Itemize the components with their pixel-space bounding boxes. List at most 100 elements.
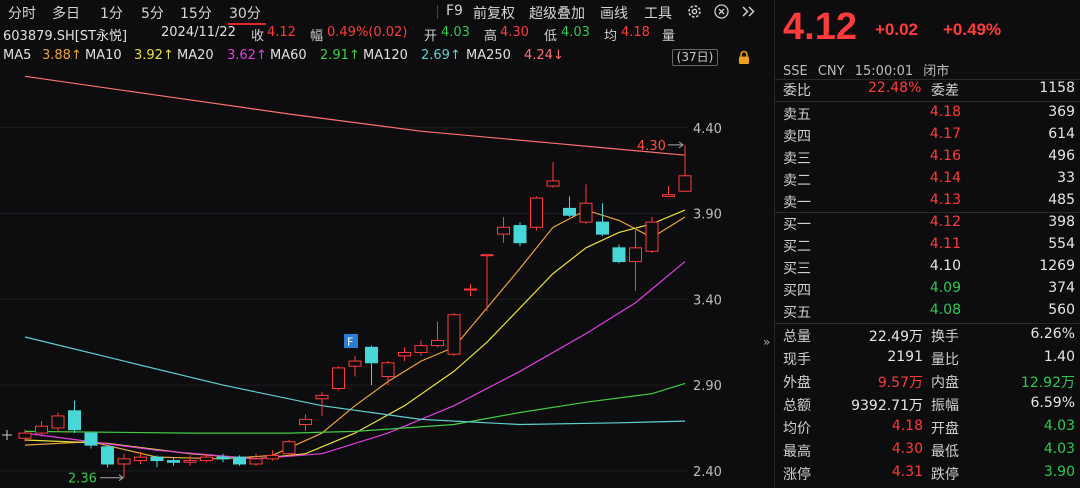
stats-row: 总量 22.49万 换手 6.26% [775, 326, 1080, 346]
close-label: 收 [251, 29, 265, 44]
double-chevron-right-icon[interactable] [741, 5, 756, 18]
ask-price: 4.14 [929, 170, 961, 186]
draw-line-button[interactable]: 画线 [600, 3, 628, 23]
stock-code-name: 603879.SH[ST永悦] [3, 29, 128, 44]
ma10-label: MA10 [85, 48, 122, 63]
market-code: SSE [783, 64, 808, 79]
ask-price: 4.18 [929, 104, 961, 120]
candle-down [216, 456, 230, 460]
candle-up [249, 458, 263, 465]
candle-down [612, 247, 626, 263]
stat-label: 涨停 [783, 467, 811, 483]
candle-up [183, 460, 197, 463]
ask-level-label: 卖一 [783, 195, 811, 211]
f9-button[interactable]: F9 [446, 3, 463, 19]
crosshair-icon [2, 430, 12, 440]
ma120-label: MA120 [363, 48, 408, 63]
forward-adjust-button[interactable]: 前复权 [473, 3, 515, 23]
stat-value: 9392.71万 [851, 398, 923, 414]
stat-value-2: 1.40 [1043, 349, 1075, 365]
ma20-label: MA20 [177, 48, 214, 63]
candle-up [35, 425, 48, 434]
low-value: 4.03 [561, 25, 590, 40]
tab-period-15min[interactable]: 15分 [180, 3, 212, 23]
candle-up [51, 415, 65, 429]
tools-button[interactable]: 工具 [644, 3, 672, 23]
candle-up [299, 418, 312, 426]
stat-value: 4.30 [891, 441, 923, 457]
ask-level-row[interactable]: 卖一 4.13 485 [775, 192, 1080, 212]
weicha-value: 1158 [1039, 80, 1075, 96]
candle-up [678, 175, 692, 192]
candle-up [266, 454, 279, 460]
super-overlay-button[interactable]: 超级叠加 [529, 3, 585, 23]
candle-up [447, 314, 461, 355]
bid-level-row[interactable]: 买四 4.09 374 [775, 280, 1080, 300]
tab-period-1min[interactable]: 1分 [100, 3, 123, 23]
close-icon[interactable] [714, 4, 729, 19]
bid-level-row[interactable]: 买五 4.08 560 [775, 302, 1080, 322]
tab-period-multi-day[interactable]: 多日 [52, 3, 80, 23]
ma250-line [24, 75, 686, 156]
candle-up [282, 441, 296, 455]
candle-up [315, 394, 329, 400]
candle-up [332, 367, 345, 390]
bid-volume: 374 [1048, 280, 1075, 296]
y-tick-label: 4.40 [693, 122, 722, 137]
tab-period-minute-line[interactable]: 分时 [8, 3, 36, 23]
low-label: 低 [544, 29, 558, 44]
candle-down [233, 456, 246, 465]
candle-down [167, 460, 180, 463]
ma250-label: MA250 [466, 48, 511, 63]
ask-level-label: 卖五 [783, 107, 811, 123]
chart-toolbar: 分时 多日 1分 5分 15分 30分 F9 前复权 超级叠加 画线 工具 [0, 0, 766, 25]
stat-value-2: 6.59% [1030, 395, 1075, 411]
bid-volume: 560 [1048, 302, 1075, 318]
open-label: 开 [424, 29, 438, 44]
bid-level-row[interactable]: 买三 4.10 1269 [775, 258, 1080, 278]
bid-level-row[interactable]: 买二 4.11 554 [775, 236, 1080, 256]
toolbar-divider [437, 5, 438, 19]
stat-value-2: 6.26% [1030, 326, 1075, 342]
last-price: 4.12 [783, 6, 857, 48]
low-price-marker: 2.36 [68, 472, 97, 487]
market-meta: SSE CNY 15:00:01 闭市 [783, 60, 955, 79]
settings-gear-icon[interactable] [686, 3, 703, 20]
currency: CNY [817, 64, 845, 79]
volume-label: 量 [662, 29, 676, 44]
bid-level-label: 买二 [783, 239, 811, 255]
stats-row: 现手 2191 量比 1.40 [775, 349, 1080, 369]
candle-up [546, 180, 560, 187]
candle-down [84, 432, 98, 446]
ask-level-row[interactable]: 卖四 4.17 614 [775, 126, 1080, 146]
bid-level-label: 买四 [783, 283, 811, 299]
bid-price: 4.10 [929, 258, 961, 274]
stats-row: 最高 4.30 最低 4.03 [775, 441, 1080, 461]
stat-label: 外盘 [783, 375, 811, 391]
weibi-label: 委比 [783, 83, 811, 99]
stat-label: 总额 [783, 398, 811, 414]
order-ratio-row: 委比 22.48% 委差 1158 [775, 80, 1080, 100]
candle-down [365, 346, 378, 364]
ask-level-row[interactable]: 卖五 4.18 369 [775, 104, 1080, 124]
tab-period-5min[interactable]: 5分 [141, 3, 164, 23]
days-count-badge[interactable]: (37日) [672, 49, 718, 66]
candle-down [513, 225, 527, 244]
stat-value-2: 4.03 [1043, 418, 1075, 434]
candlestick-chart[interactable]: 4.40 3.90 3.40 2.90 2.40 4.30 2.36 F [0, 66, 766, 488]
ask-price: 4.16 [929, 148, 961, 164]
stats-row: 涨停 4.31 跌停 3.90 [775, 464, 1080, 484]
expand-panel-chevron-icon[interactable]: » [763, 335, 773, 351]
quote-panel: 4.12 +0.02 +0.49% SSE CNY 15:00:01 闭市 委比… [774, 0, 1080, 488]
tab-period-30min[interactable]: 30分 [229, 3, 261, 23]
candle-up [18, 432, 32, 439]
ask-level-row[interactable]: 卖三 4.16 496 [775, 148, 1080, 168]
bid-volume: 398 [1048, 214, 1075, 230]
bid-volume: 1269 [1039, 258, 1075, 274]
candle-up [414, 345, 428, 353]
ask-level-row[interactable]: 卖二 4.14 33 [775, 170, 1080, 190]
bid-level-row[interactable]: 买一 4.12 398 [775, 214, 1080, 234]
candle-up [381, 362, 395, 377]
stock-info-line: 603879.SH[ST永悦] 2024/11/22 收 4.12 幅 0.49… [0, 25, 766, 44]
lock-icon[interactable] [737, 50, 751, 65]
